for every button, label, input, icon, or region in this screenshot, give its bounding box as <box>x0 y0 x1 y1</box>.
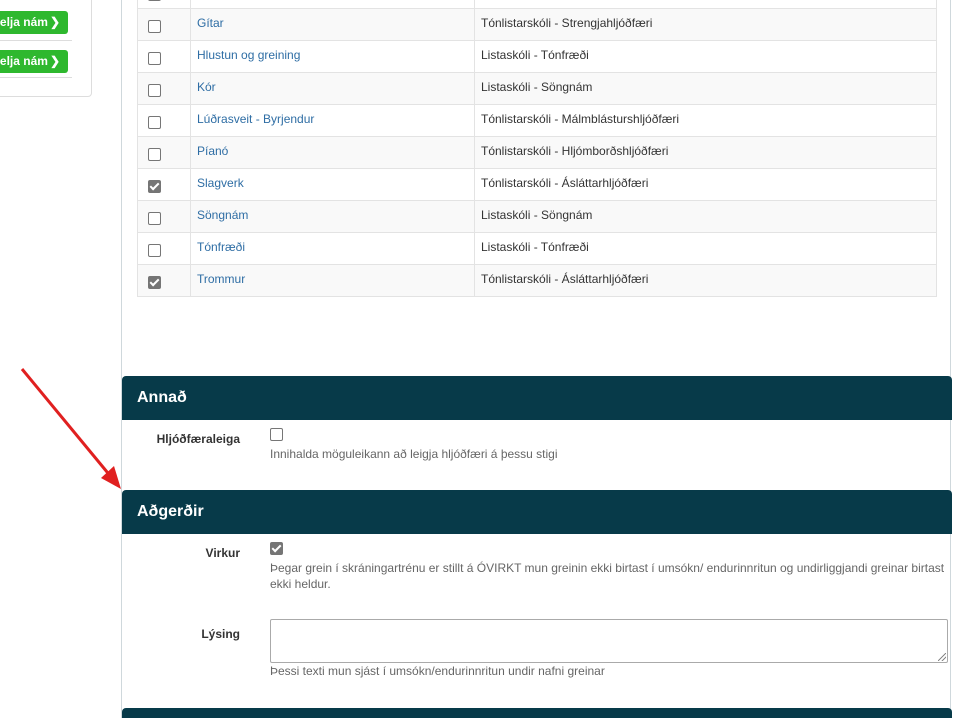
select-button-label: elja nám <box>0 15 48 29</box>
active-help-text: Þegar grein í skráningartrénu er stillt … <box>270 561 945 591</box>
select-program-button[interactable]: elja nám ❯ <box>0 11 68 34</box>
select-button-label: elja nám <box>0 54 48 68</box>
section-title: Annað <box>137 389 187 406</box>
course-checkbox[interactable] <box>148 148 161 161</box>
course-category: Tónlistarskóli - Ásláttarhljóðfæri <box>474 264 937 297</box>
course-name-link[interactable]: Slagverk <box>190 168 475 201</box>
table-row: Trommur Tónlistarskóli - Ásláttarhljóðfæ… <box>137 264 937 297</box>
course-name-link[interactable]: Kór <box>190 72 475 105</box>
table-row: Píanó Tónlistarskóli - Hljómborðshljóðfæ… <box>137 136 937 169</box>
table-row: Söngnám Listaskóli - Söngnám <box>137 200 937 233</box>
course-name-link[interactable]: Hlustun og greining <box>190 40 475 73</box>
active-checkbox[interactable] <box>270 542 283 555</box>
course-checkbox[interactable] <box>148 20 161 33</box>
chevron-right-icon: ❯ <box>49 54 60 68</box>
table-row: Forskóli 2 Listaskóli - Hljóðfærakennsla <box>137 0 937 9</box>
course-category: Listaskóli - Tónfræði <box>474 40 937 73</box>
course-category: Tónlistarskóli - Ásláttarhljóðfæri <box>474 168 937 201</box>
course-category: Listaskóli - Hljóðfærakennsla <box>474 0 937 9</box>
resize-grip-icon[interactable] <box>938 653 946 661</box>
section-header-next <box>122 708 952 718</box>
course-checkbox[interactable] <box>148 212 161 225</box>
course-name-link[interactable]: Forskóli 2 <box>190 0 475 9</box>
course-category: Listaskóli - Söngnám <box>474 200 937 233</box>
course-name-link[interactable]: Gítar <box>190 8 475 41</box>
course-category: Tónlistarskóli - Málmblásturshljóðfæri <box>474 104 937 137</box>
course-checkbox[interactable] <box>148 180 161 193</box>
arrow-shaft <box>20 368 114 479</box>
course-checkbox[interactable] <box>148 244 161 257</box>
sidebar-divider <box>0 77 72 78</box>
section-header-adgerdir: Aðgerðir <box>122 490 952 534</box>
course-name-link[interactable]: Söngnám <box>190 200 475 233</box>
rental-checkbox[interactable] <box>270 428 283 441</box>
course-category: Listaskóli - Söngnám <box>474 72 937 105</box>
course-category: Tónlistarskóli - Strengjahljóðfæri <box>474 8 937 41</box>
rental-help-text: Innihalda möguleikann að leigja hljóðfær… <box>270 447 558 461</box>
description-help-text: Þessi texti mun sjást í umsókn/endurinnr… <box>270 664 605 678</box>
courses-table: Forskóli 2 Listaskóli - Hljóðfærakennsla… <box>137 0 937 297</box>
select-program-button[interactable]: elja nám ❯ <box>0 50 68 73</box>
table-row: Slagverk Tónlistarskóli - Ásláttarhljóðf… <box>137 168 937 201</box>
course-name-link[interactable]: Lúðrasveit - Byrjendur <box>190 104 475 137</box>
course-checkbox[interactable] <box>148 84 161 97</box>
chevron-right-icon: ❯ <box>49 15 60 29</box>
section-title: Aðgerðir <box>137 503 204 520</box>
table-row: Hlustun og greining Listaskóli - Tónfræð… <box>137 40 937 73</box>
course-name-link[interactable]: Trommur <box>190 264 475 297</box>
course-name-link[interactable]: Píanó <box>190 136 475 169</box>
course-checkbox[interactable] <box>148 0 161 1</box>
course-checkbox[interactable] <box>148 276 161 289</box>
table-row: Tónfræði Listaskóli - Tónfræði <box>137 232 937 265</box>
course-category: Tónlistarskóli - Hljómborðshljóðfæri <box>474 136 937 169</box>
active-label: Virkur <box>205 546 240 560</box>
table-row: Gítar Tónlistarskóli - Strengjahljóðfæri <box>137 8 937 41</box>
course-name-link[interactable]: Tónfræði <box>190 232 475 265</box>
course-checkbox[interactable] <box>148 52 161 65</box>
course-checkbox[interactable] <box>148 116 161 129</box>
arrow-head <box>101 466 121 489</box>
table-row: Kór Listaskóli - Söngnám <box>137 72 937 105</box>
rental-label: Hljóðfæraleiga <box>156 432 240 446</box>
description-textarea[interactable] <box>270 619 948 663</box>
table-row: Lúðrasveit - Byrjendur Tónlistarskóli - … <box>137 104 937 137</box>
course-category: Listaskóli - Tónfræði <box>474 232 937 265</box>
description-label: Lýsing <box>201 627 240 641</box>
section-header-annad: Annað <box>122 376 952 420</box>
sidebar-divider <box>0 40 72 41</box>
